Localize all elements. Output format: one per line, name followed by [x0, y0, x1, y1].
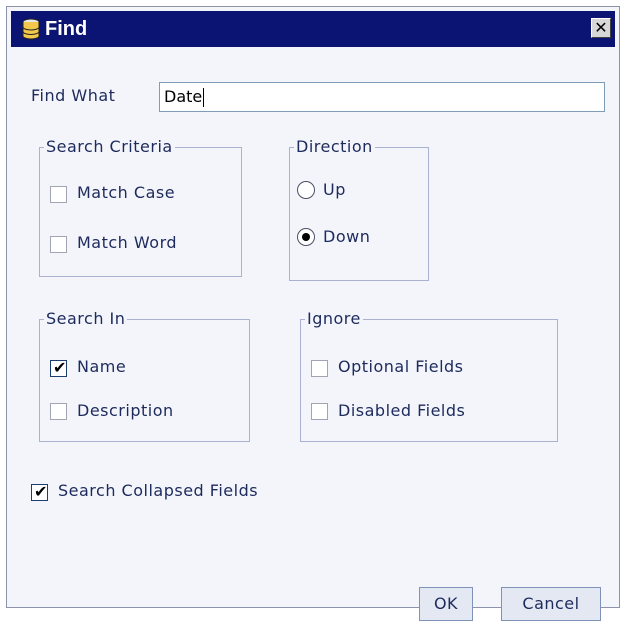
window-title: Find	[45, 18, 88, 40]
search-in-description-label[interactable]: Description	[77, 401, 174, 420]
search-collapsed-label[interactable]: Search Collapsed Fields	[58, 481, 258, 500]
check-icon: ✔	[53, 358, 67, 377]
direction-up-label[interactable]: Up	[323, 180, 346, 199]
search-in-name-label[interactable]: Name	[77, 357, 126, 376]
direction-down-label[interactable]: Down	[323, 227, 370, 246]
search-in-description-checkbox[interactable]	[50, 403, 67, 420]
text-caret	[203, 88, 205, 107]
close-icon: ✕	[594, 18, 608, 37]
direction-legend: Direction	[294, 137, 375, 157]
search-criteria-group: Search Criteria	[39, 137, 242, 277]
find-what-value: Date	[164, 87, 203, 106]
disabled-fields-checkbox[interactable]	[311, 403, 328, 420]
direction-up-radio[interactable]	[297, 181, 315, 199]
close-button[interactable]: ✕	[591, 18, 611, 38]
match-case-label[interactable]: Match Case	[77, 183, 175, 202]
optional-fields-checkbox[interactable]	[311, 360, 328, 377]
match-case-checkbox[interactable]	[50, 186, 67, 203]
disabled-fields-label[interactable]: Disabled Fields	[338, 401, 465, 420]
search-in-name-checkbox[interactable]: ✔	[50, 358, 67, 377]
title-bar[interactable]: Find ✕	[11, 11, 615, 47]
search-criteria-legend: Search Criteria	[44, 137, 175, 157]
match-word-checkbox[interactable]	[50, 236, 67, 253]
find-what-label: Find What	[31, 86, 116, 105]
direction-down-radio[interactable]	[297, 228, 315, 246]
search-in-group: Search In	[39, 309, 250, 442]
cancel-button[interactable]: Cancel	[501, 587, 601, 621]
optional-fields-label[interactable]: Optional Fields	[338, 357, 464, 376]
find-dialog: Find ✕ Find What Date Search Criteria Ma…	[6, 6, 620, 621]
match-word-label[interactable]: Match Word	[77, 233, 177, 252]
check-icon: ✔	[34, 482, 48, 501]
search-collapsed-checkbox[interactable]: ✔	[31, 482, 48, 501]
search-in-legend: Search In	[44, 309, 128, 329]
ignore-legend: Ignore	[305, 309, 363, 329]
database-icon	[22, 18, 40, 40]
find-what-input[interactable]: Date	[159, 82, 605, 112]
direction-group: Direction	[289, 137, 429, 281]
radio-selected-dot	[302, 233, 310, 241]
ok-button[interactable]: OK	[419, 587, 473, 621]
ignore-group: Ignore	[300, 309, 558, 442]
